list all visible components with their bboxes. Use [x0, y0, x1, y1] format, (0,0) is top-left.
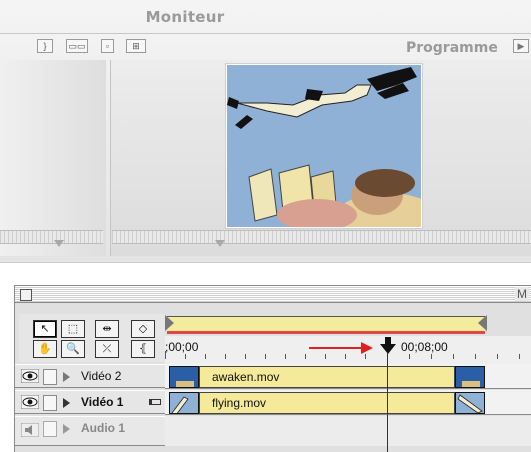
selection-tool-icon[interactable]: ↖: [33, 320, 57, 338]
zoom-tool-icon[interactable]: 🔍: [61, 340, 85, 358]
track-label: Vidéo 2: [81, 369, 122, 383]
trim-view-button[interactable]: ⊞: [126, 39, 146, 53]
preview-illustration: [227, 67, 421, 227]
lock-box[interactable]: [43, 369, 57, 385]
work-area-preview-indicator: [167, 331, 485, 334]
work-area-bar[interactable]: [167, 316, 485, 332]
program-menu-arrow-icon[interactable]: ▶: [513, 39, 529, 53]
clip-awaken[interactable]: awaken.mov: [199, 366, 455, 388]
eye-icon[interactable]: [21, 395, 39, 409]
expand-triangle-icon[interactable]: [63, 372, 70, 382]
timeline-window: M ↖ ⬚ ⇹ ◇ ✋ 🔍 ⤫ ⦃ ;00;00 00;08;00 Vidéo …: [14, 285, 531, 452]
clip-thumbnail-start: [169, 366, 199, 388]
annotation-arrow-icon: [309, 342, 373, 354]
mark-in-button[interactable]: }: [37, 39, 53, 53]
source-pane: [0, 60, 106, 256]
in-out-tool-icon[interactable]: ⦃: [131, 340, 155, 358]
close-box-icon[interactable]: [20, 289, 32, 301]
timecode-marker-label: 00;08;00: [401, 340, 448, 354]
track-header-video-2[interactable]: Vidéo 2: [15, 364, 165, 388]
toolbar-divider: [0, 33, 531, 34]
program-preview-image: [226, 64, 422, 228]
program-label: Programme: [406, 40, 498, 56]
lock-box[interactable]: [43, 395, 57, 411]
timeline-titlebar[interactable]: [15, 286, 531, 303]
edit-line-marker-icon[interactable]: [380, 337, 396, 355]
expand-triangle-icon[interactable]: [63, 398, 70, 408]
work-area-start-handle[interactable]: [165, 315, 174, 331]
timeline-title: M: [515, 287, 529, 301]
work-area-end-handle[interactable]: [478, 315, 487, 331]
hand-tool-icon[interactable]: ✋: [33, 340, 57, 358]
track-header-video-1[interactable]: Vidéo 1: [15, 390, 165, 414]
razor-tool-icon[interactable]: ◇: [131, 320, 155, 338]
track-label: Audio 1: [81, 421, 125, 435]
source-position-marker[interactable]: [54, 240, 64, 247]
single-view-button[interactable]: ▫: [101, 39, 114, 53]
range-select-tool-icon[interactable]: ⬚: [61, 320, 85, 338]
monitor-window: Moniteur } ▭▭ ▫ ⊞ Programme ▶: [0, 0, 531, 263]
dual-view-button[interactable]: ▭▭: [66, 39, 88, 53]
source-ruler[interactable]: [0, 230, 103, 244]
clip-thumbnail-start: [169, 392, 199, 414]
edit-line[interactable]: [387, 352, 388, 452]
eye-icon[interactable]: [21, 369, 39, 383]
timecode-start-label: ;00;00: [165, 340, 199, 354]
lock-box[interactable]: [43, 421, 57, 437]
monitor-title: Moniteur: [145, 8, 225, 26]
clip-thumbnail-end: [455, 392, 485, 414]
expand-triangle-icon[interactable]: [63, 424, 70, 434]
track-label: Vidéo 1: [81, 395, 124, 409]
audio-1-lane[interactable]: [165, 416, 531, 446]
clip-thumbnail-end: [455, 366, 485, 388]
clip-flying[interactable]: flying.mov: [199, 392, 455, 414]
program-position-marker[interactable]: [215, 240, 225, 247]
program-ruler[interactable]: [112, 230, 531, 244]
ripple-edit-tool-icon[interactable]: ⇹: [95, 320, 119, 338]
speaker-icon[interactable]: [21, 423, 39, 437]
track-header-audio-1[interactable]: Audio 1: [15, 416, 165, 446]
target-track-icon[interactable]: [149, 399, 161, 405]
crossfade-tool-icon[interactable]: ⤫: [95, 340, 119, 358]
